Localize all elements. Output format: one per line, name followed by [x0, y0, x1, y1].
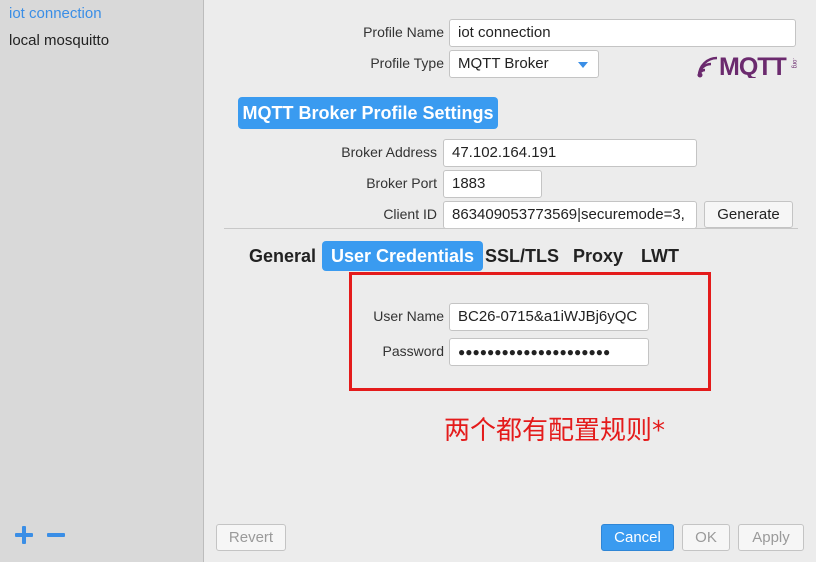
section-title-broker-settings: MQTT Broker Profile Settings [238, 97, 498, 129]
mqtt-logo-org: .org [791, 58, 797, 68]
tab-lwt[interactable]: LWT [641, 241, 679, 271]
apply-button[interactable]: Apply [738, 524, 804, 551]
profile-name-label: Profile Name [363, 24, 444, 40]
revert-button[interactable]: Revert [216, 524, 286, 551]
sidebar-item-local-mosquitto[interactable]: local mosquitto [9, 32, 109, 49]
profile-type-select[interactable]: MQTT Broker [449, 50, 599, 78]
remove-profile-button[interactable] [46, 522, 68, 548]
tab-general[interactable]: General [249, 241, 316, 271]
tab-ssl-tls[interactable]: SSL/TLS [485, 241, 559, 271]
tab-proxy[interactable]: Proxy [573, 241, 623, 271]
profile-type-label: Profile Type [370, 55, 444, 71]
ok-button[interactable]: OK [682, 524, 730, 551]
client-id-label: Client ID [383, 206, 437, 222]
annotation-text: 两个都有配置规则* [444, 416, 666, 446]
annotation-highlight-box [349, 272, 711, 391]
broker-port-label: Broker Port [366, 175, 437, 191]
cancel-button[interactable]: Cancel [601, 524, 674, 551]
chevron-down-icon [578, 62, 588, 68]
mqtt-logo: MQTT .org [697, 53, 797, 78]
profile-sidebar: iot connection local mosquitto [0, 0, 204, 562]
profile-name-input[interactable]: iot connection [449, 19, 796, 47]
generate-button[interactable]: Generate [704, 201, 793, 228]
profile-type-value: MQTT Broker [458, 55, 549, 72]
broker-address-input[interactable]: 47.102.164.191 [443, 139, 697, 167]
mqtt-logo-text: MQTT [719, 53, 787, 78]
sidebar-item-iot-connection[interactable]: iot connection [9, 5, 102, 22]
add-profile-button[interactable] [13, 522, 35, 548]
broker-address-label: Broker Address [341, 144, 437, 160]
tab-user-credentials[interactable]: User Credentials [322, 241, 484, 271]
broker-port-input[interactable]: 1883 [443, 170, 542, 198]
client-id-input[interactable]: 863409053773569|securemode=3, [443, 201, 697, 229]
divider [224, 228, 798, 229]
